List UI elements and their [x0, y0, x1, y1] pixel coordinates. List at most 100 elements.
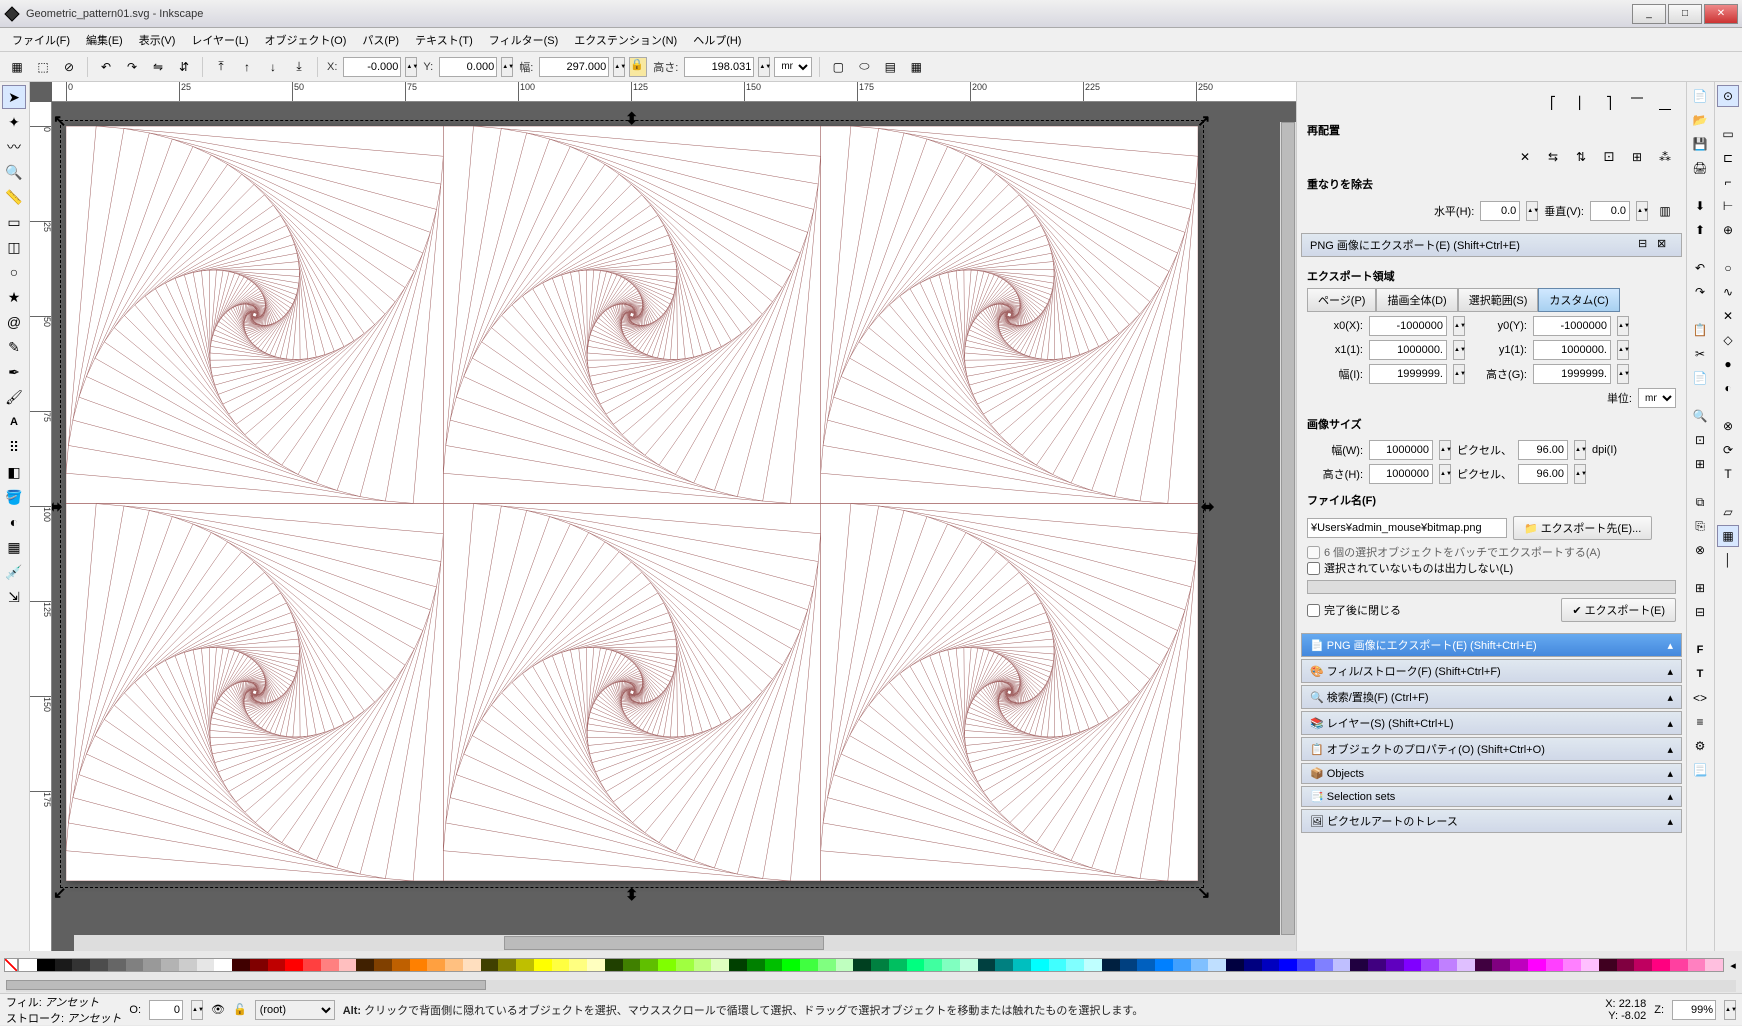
width-spinner[interactable]: ▲▼ — [613, 57, 625, 77]
color-swatch[interactable] — [232, 959, 250, 971]
h-gap-spinner[interactable]: ▲▼ — [1526, 201, 1538, 221]
color-swatch[interactable] — [1386, 959, 1404, 971]
y-spinner[interactable]: ▲▼ — [501, 57, 513, 77]
x-spinner[interactable]: ▲▼ — [405, 57, 417, 77]
cut-icon[interactable]: ✂ — [1689, 343, 1711, 365]
color-swatch[interactable] — [1421, 959, 1439, 971]
snap-intersect-icon[interactable]: ✕ — [1717, 305, 1739, 327]
color-swatch[interactable] — [1599, 959, 1617, 971]
align-dialog-icon[interactable]: ≡ — [1689, 711, 1711, 733]
menu-view[interactable]: 表示(V) — [133, 30, 182, 50]
snap-bbox-corner-icon[interactable]: ⌐ — [1717, 171, 1739, 193]
color-swatch[interactable] — [889, 959, 907, 971]
color-swatch[interactable] — [19, 959, 37, 971]
color-swatch[interactable] — [1031, 959, 1049, 971]
color-swatch[interactable] — [1155, 959, 1173, 971]
color-swatch[interactable] — [978, 959, 996, 971]
color-swatch[interactable] — [676, 959, 694, 971]
snap-bbox-icon[interactable]: ▭ — [1717, 123, 1739, 145]
y0-input[interactable] — [1533, 316, 1611, 336]
color-swatch[interactable] — [1137, 959, 1155, 971]
x-input[interactable] — [343, 57, 401, 77]
color-swatch[interactable] — [1244, 959, 1262, 971]
color-swatch[interactable] — [356, 959, 374, 971]
color-swatch[interactable] — [1368, 959, 1386, 971]
exchange-positions-icon[interactable]: ⇆ — [1542, 146, 1564, 168]
color-swatch[interactable] — [1333, 959, 1351, 971]
mesh-tool-icon[interactable]: ▦ — [2, 535, 26, 559]
color-swatch[interactable] — [445, 959, 463, 971]
undo-icon[interactable]: ↶ — [1689, 257, 1711, 279]
color-swatch[interactable] — [623, 959, 641, 971]
color-swatch[interactable] — [1315, 959, 1333, 971]
lower-bottom-icon[interactable]: ⤓ — [288, 56, 310, 78]
color-swatch[interactable] — [1705, 959, 1723, 971]
color-swatch[interactable] — [924, 959, 942, 971]
randomize-icon[interactable]: ⁂ — [1654, 146, 1676, 168]
measure-tool-icon[interactable]: 📏 — [2, 185, 26, 209]
color-swatch[interactable] — [516, 959, 534, 971]
color-swatch[interactable] — [1546, 959, 1564, 971]
open-icon[interactable]: 📂 — [1689, 109, 1711, 131]
color-swatch[interactable] — [871, 959, 889, 971]
color-swatch[interactable] — [463, 959, 481, 971]
color-swatch[interactable] — [1634, 959, 1652, 971]
exchange-random-icon[interactable]: ⚀ — [1598, 146, 1620, 168]
color-swatch[interactable] — [694, 959, 712, 971]
unclump-icon[interactable]: ⊞ — [1626, 146, 1648, 168]
layer-lock-icon[interactable]: 🔓 — [233, 1003, 247, 1016]
img-height-input[interactable] — [1369, 464, 1433, 484]
opacity-input[interactable] — [149, 1000, 183, 1020]
export-png-panel-header[interactable]: PNG 画像にエクスポート(E) (Shift+Ctrl+E) ⊟ ⊠ — [1301, 233, 1682, 257]
color-swatch[interactable] — [640, 959, 658, 971]
color-swatch[interactable] — [1652, 959, 1670, 971]
canvas[interactable]: ↖ ⬍ ↗ ⬌ ⬌ ↙ ⬍ ↘ — [52, 102, 1296, 951]
zoom-tool-icon[interactable]: 🔍 — [2, 160, 26, 184]
text-dialog-icon[interactable]: T — [1689, 663, 1711, 685]
export-icon[interactable]: ⬆ — [1689, 219, 1711, 241]
color-swatch[interactable] — [1084, 959, 1102, 971]
snap-cusp-icon[interactable]: ◇ — [1717, 329, 1739, 351]
filename-input[interactable] — [1307, 518, 1507, 538]
tab-drawing[interactable]: 描画全体(D) — [1376, 288, 1457, 312]
selector-tool-icon[interactable]: ➤ — [2, 85, 26, 109]
align-left-edges-icon[interactable]: ⎡ — [1542, 92, 1564, 114]
snap-guide-icon[interactable]: │ — [1717, 549, 1739, 571]
x0-input[interactable] — [1369, 316, 1447, 336]
color-swatch[interactable] — [339, 959, 357, 971]
menu-path[interactable]: パス(P) — [356, 30, 405, 50]
panel-pixelart-trace[interactable]: 🖼 ピクセルアートのトレース▴ — [1301, 809, 1682, 833]
duplicate-icon[interactable]: ⧉ — [1689, 491, 1711, 513]
spray-tool-icon[interactable]: ⠿ — [2, 435, 26, 459]
color-swatch[interactable] — [765, 959, 783, 971]
color-swatch[interactable] — [498, 959, 516, 971]
color-swatch[interactable] — [800, 959, 818, 971]
align-top-icon[interactable]: ⎺ — [1626, 92, 1648, 114]
color-swatch[interactable] — [1208, 959, 1226, 971]
stroke-indicator[interactable]: アンセット — [67, 1013, 122, 1025]
affect-stroke-icon[interactable]: ▢ — [827, 56, 849, 78]
doc-props-icon[interactable]: 📃 — [1689, 759, 1711, 781]
color-swatch[interactable] — [587, 959, 605, 971]
print-icon[interactable]: 🖨 — [1689, 157, 1711, 179]
menu-help[interactable]: ヘルプ(H) — [687, 30, 747, 50]
menu-extensions[interactable]: エクステンション(N) — [568, 30, 683, 50]
dpi-input[interactable] — [1518, 440, 1568, 460]
color-swatch[interactable] — [1297, 959, 1315, 971]
raise-top-icon[interactable]: ⤒ — [210, 56, 232, 78]
color-swatch[interactable] — [1492, 959, 1510, 971]
no-color-swatch[interactable] — [4, 958, 18, 972]
star-tool-icon[interactable]: ★ — [2, 285, 26, 309]
color-swatch[interactable] — [1510, 959, 1528, 971]
color-swatch[interactable] — [729, 959, 747, 971]
color-swatch[interactable] — [108, 959, 126, 971]
color-swatch[interactable] — [1404, 959, 1422, 971]
color-swatch[interactable] — [143, 959, 161, 971]
connector-tool-icon[interactable]: ⇲ — [2, 585, 26, 609]
color-swatch[interactable] — [1350, 959, 1368, 971]
color-swatch[interactable] — [1439, 959, 1457, 971]
affect-pattern-icon[interactable]: ▦ — [905, 56, 927, 78]
flip-v-icon[interactable]: ⇵ — [173, 56, 195, 78]
color-swatch[interactable] — [907, 959, 925, 971]
rect-tool-icon[interactable]: ▭ — [2, 210, 26, 234]
